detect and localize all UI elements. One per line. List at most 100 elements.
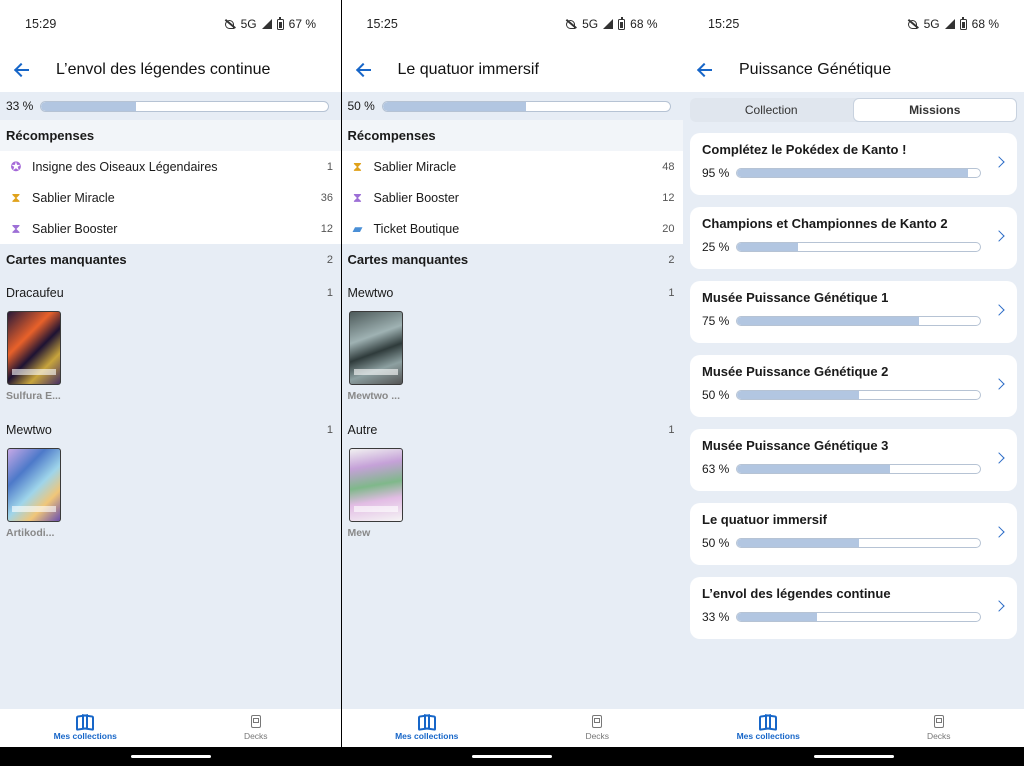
- status-bar: 15:25 5G 68 %: [341, 0, 683, 48]
- mission-progress-label: 50 %: [702, 536, 730, 550]
- card-group-count: 1: [668, 287, 675, 299]
- nav-collections[interactable]: Mes collections: [342, 709, 513, 747]
- card-thumbnail[interactable]: [7, 448, 61, 522]
- status-icons: 5G 68 %: [565, 16, 658, 31]
- tab-collection[interactable]: Collection: [690, 98, 853, 122]
- reward-row: ✪ Insigne des Oiseaux Légendaires 1: [0, 151, 341, 182]
- mission-progress-label: 95 %: [702, 166, 730, 180]
- book-icon: [418, 715, 436, 728]
- signal-icon: [261, 19, 272, 29]
- card-thumbnail[interactable]: [348, 448, 403, 522]
- nav-decks[interactable]: Decks: [171, 709, 342, 747]
- mission-title: Complétez le Pokédex de Kanto !: [702, 142, 907, 157]
- tab-missions[interactable]: Missions: [852, 98, 1017, 122]
- reward-count: 12: [662, 191, 675, 204]
- battery-label: 68 %: [971, 17, 999, 31]
- rewards-header: Récompenses: [0, 120, 341, 151]
- nav-collections-label: Mes collections: [395, 731, 459, 741]
- card-group-header: Dracaufeu 1: [6, 275, 335, 311]
- reward-count: 48: [662, 160, 675, 173]
- back-arrow-icon[interactable]: [697, 62, 713, 78]
- reward-label: Sablier Miracle: [373, 159, 457, 174]
- missions-list: Complétez le Pokédex de Kanto ! 95 % Champ…: [683, 122, 1024, 639]
- reward-count: 36: [320, 191, 333, 204]
- book-icon: [76, 715, 94, 728]
- mission-card[interactable]: Champions et Championnes de Kanto 2 25 %: [690, 207, 1017, 269]
- app-bar: Puissance Génétique: [683, 48, 1024, 92]
- deck-icon: [250, 715, 261, 728]
- card-thumbnail[interactable]: [7, 311, 61, 385]
- mission-progress-row: 33 %: [702, 610, 1005, 624]
- mission-progress-bar: [736, 390, 981, 400]
- card-name: Sulfura E...: [6, 390, 61, 402]
- battery-icon: [618, 16, 626, 30]
- progress-label: 33 %: [6, 99, 34, 113]
- card-group-header: Autre 1: [348, 412, 677, 448]
- card-thumbnail[interactable]: [348, 311, 403, 385]
- status-time: 15:25: [708, 17, 740, 31]
- hourglass-purple-icon: ⧗: [11, 220, 21, 236]
- mission-card[interactable]: L’envol des légendes continue 33 %: [690, 577, 1017, 639]
- missing-cards-header: Cartes manquantes 2: [341, 244, 683, 275]
- nav-collections[interactable]: Mes collections: [683, 709, 854, 747]
- mission-progress-fill: [737, 169, 968, 177]
- card-name: Mew: [347, 527, 371, 539]
- reward-label: Ticket Boutique: [373, 221, 460, 236]
- card-group-name: Autre: [347, 423, 378, 437]
- progress-row: 33 %: [0, 92, 341, 120]
- deck-icon: [592, 715, 603, 728]
- mission-progress-label: 33 %: [702, 610, 730, 624]
- battery-label: 67 %: [288, 17, 316, 31]
- nav-collections-label: Mes collections: [53, 731, 117, 741]
- card-group-name: Mewtwo: [347, 286, 394, 300]
- mission-card[interactable]: Musée Puissance Génétique 3 63 %: [690, 429, 1017, 491]
- mission-progress-label: 75 %: [702, 314, 730, 328]
- status-bar: 15:29 5G 67 %: [0, 0, 341, 48]
- mission-progress-bar: [736, 316, 981, 326]
- page-title: Le quatuor immersif: [397, 61, 539, 78]
- deck-icon: [933, 715, 944, 728]
- reward-label: Sablier Booster: [373, 190, 459, 205]
- reward-count: 1: [326, 160, 333, 173]
- bottom-nav: Mes collections Decks: [0, 709, 341, 747]
- mission-card[interactable]: Musée Puissance Génétique 1 75 %: [690, 281, 1017, 343]
- rewards-title: Récompenses: [6, 128, 95, 143]
- home-indicator[interactable]: [341, 747, 683, 766]
- reward-label: Sablier Miracle: [32, 190, 115, 205]
- missing-count: 2: [668, 253, 675, 266]
- mission-card[interactable]: Complétez le Pokédex de Kanto ! 95 %: [690, 133, 1017, 195]
- mission-progress-fill: [737, 539, 859, 547]
- battery-icon: [276, 16, 284, 30]
- mute-icon: [224, 19, 236, 29]
- reward-row: ⧗ Sablier Miracle 48: [341, 151, 683, 182]
- network-label: 5G: [240, 17, 257, 31]
- missing-title: Cartes manquantes: [6, 252, 127, 267]
- home-indicator[interactable]: [683, 747, 1024, 766]
- mission-progress-row: 50 %: [702, 388, 1005, 402]
- nav-collections[interactable]: Mes collections: [0, 709, 171, 747]
- mission-progress-fill: [737, 613, 818, 621]
- missing-title: Cartes manquantes: [347, 252, 469, 267]
- mission-card[interactable]: Le quatuor immersif 50 %: [690, 503, 1017, 565]
- rewards-title: Récompenses: [347, 128, 436, 143]
- mission-title: Musée Puissance Génétique 3: [702, 438, 889, 453]
- nav-decks[interactable]: Decks: [512, 709, 683, 747]
- reward-count: 12: [320, 222, 333, 235]
- ticket-icon: ▰: [352, 220, 363, 236]
- back-arrow-icon[interactable]: [356, 62, 372, 78]
- screen-2: 15:25 5G 68 % Le quatuor immersif 50 % R…: [341, 0, 683, 766]
- app-bar: Le quatuor immersif: [341, 48, 683, 92]
- nav-decks[interactable]: Decks: [854, 709, 1024, 747]
- segmented-tabs: Collection Missions: [690, 98, 1017, 122]
- back-arrow-icon[interactable]: [14, 62, 30, 78]
- mission-progress-row: 25 %: [702, 240, 1005, 254]
- mission-card[interactable]: Musée Puissance Génétique 2 50 %: [690, 355, 1017, 417]
- card-name: Artikodi...: [6, 527, 55, 539]
- mission-progress-fill: [737, 317, 920, 325]
- nav-decks-label: Decks: [585, 731, 610, 741]
- reward-row: ⧗ Sablier Booster 12: [341, 182, 683, 213]
- reward-count: 20: [662, 222, 675, 235]
- card-group-count: 1: [326, 287, 333, 299]
- card-group: Mewtwo 1 Artikodi...: [0, 412, 341, 539]
- home-indicator[interactable]: [0, 747, 341, 766]
